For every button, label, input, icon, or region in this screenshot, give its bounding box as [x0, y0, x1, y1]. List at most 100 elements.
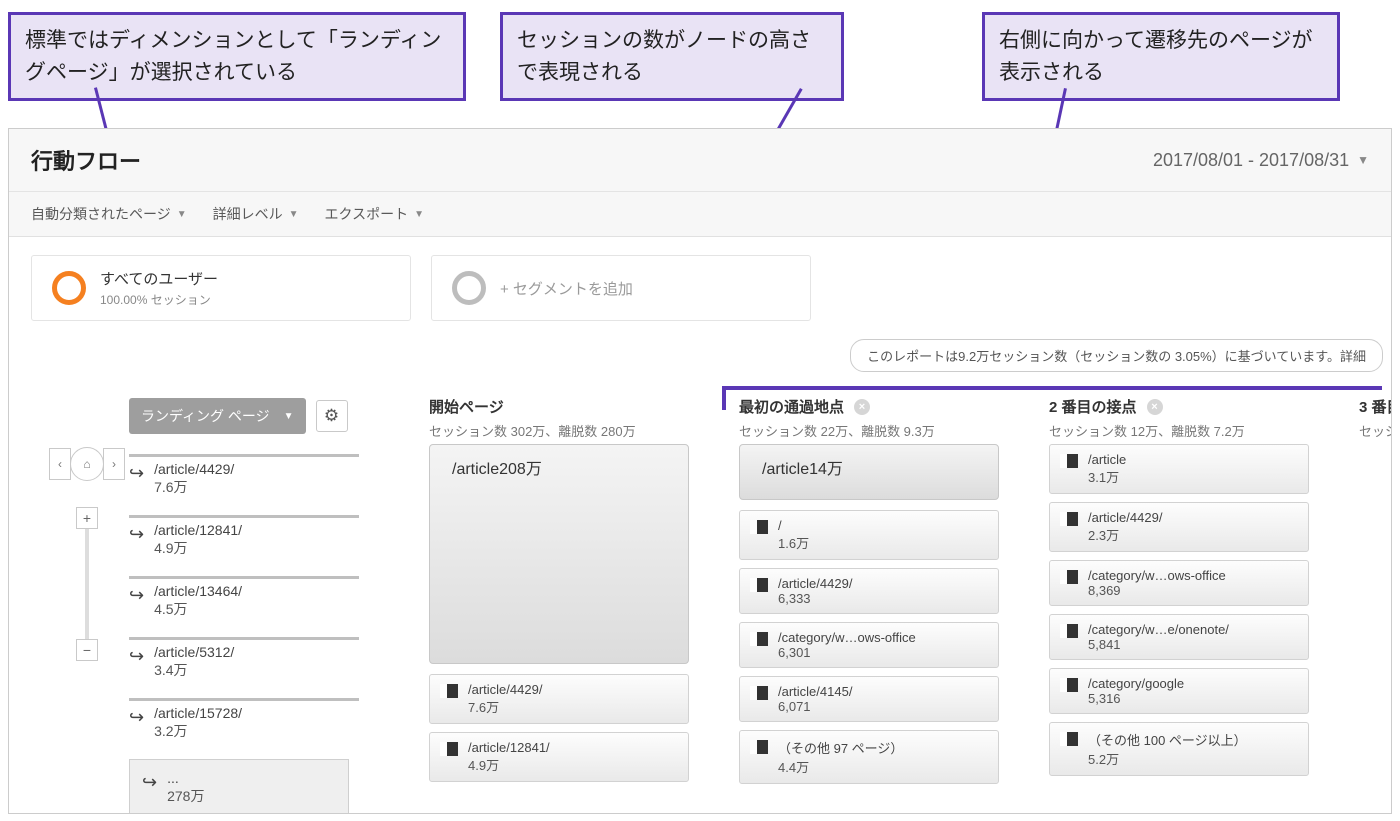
toolbar-detail-label: 詳細レベル	[213, 204, 283, 224]
node-path: /category/w…e/onenote/	[1088, 622, 1229, 637]
column-sub: セッション数 12万、離脱数 7.2万	[1049, 421, 1359, 440]
ga-toolbar: 自動分類されたページ ▼ 詳細レベル ▼ エクスポート ▼	[9, 192, 1391, 237]
toolbar-detail-level[interactable]: 詳細レベル ▼	[213, 204, 299, 224]
page-icon	[750, 578, 768, 592]
zoom-track[interactable]	[85, 529, 89, 639]
toolbar-export[interactable]: エクスポート ▼	[325, 204, 425, 224]
segment-bar: すべてのユーザー 100.00% セッション + セグメントを追加	[9, 237, 1391, 339]
close-icon[interactable]: ×	[854, 399, 870, 415]
col-third-interaction: 3 番目 セッシ	[1359, 382, 1392, 814]
segment-sub: 100.00% セッション	[100, 291, 218, 308]
page-icon	[750, 632, 768, 646]
flow-node[interactable]: /category/w…ows-office8,369	[1049, 560, 1309, 606]
flow-node[interactable]: /category/google5,316	[1049, 668, 1309, 714]
segment-all-users[interactable]: すべてのユーザー 100.00% セッション	[31, 255, 411, 321]
zoom-out-button[interactable]: −	[76, 639, 98, 661]
node-path: /article/5312/	[154, 644, 234, 660]
node-value: 8,369	[1088, 583, 1226, 598]
page-icon	[1060, 624, 1078, 638]
flow-node[interactable]: /article/4429/6,333	[739, 568, 999, 614]
flow-node[interactable]: /1.6万	[739, 510, 999, 560]
node-path: /	[778, 518, 809, 533]
source-node[interactable]: ↪ /article/4429/7.6万	[129, 461, 429, 497]
behavior-flow: ‹ ⌂ › + − ランディング ページ ▼ ⚙	[9, 382, 1391, 814]
node-value: 6,301	[778, 645, 916, 660]
chevron-down-icon: ▼	[177, 209, 187, 220]
node-path: /article	[452, 461, 499, 478]
arrow-icon: ↪	[129, 646, 144, 680]
node-path: /article	[1088, 452, 1126, 467]
node-value: 208万	[499, 461, 542, 478]
column-title: 開始ページ	[429, 396, 739, 417]
node-value: 5,316	[1088, 691, 1184, 706]
pan-left-button[interactable]: ‹	[49, 448, 71, 480]
node-path: /article/12841/	[468, 740, 550, 755]
node-value: 3.4万	[154, 660, 234, 680]
node-value: 7.6万	[154, 477, 234, 497]
node-path: /article/4429/	[154, 461, 234, 477]
zoom-in-button[interactable]: +	[76, 507, 98, 529]
close-icon[interactable]: ×	[1147, 399, 1163, 415]
flow-node[interactable]: （その他 100 ページ以上）5.2万	[1049, 722, 1309, 776]
chevron-down-icon: ▼	[289, 209, 299, 220]
node-value: 1.6万	[778, 533, 809, 552]
source-node[interactable]: ↪ /article/12841/4.9万	[129, 522, 429, 558]
flow-node[interactable]: /article/4429/7.6万	[429, 674, 689, 724]
node-path: /article/13464/	[154, 583, 242, 599]
node-path: /article/4429/	[778, 576, 852, 591]
node-value: 7.6万	[468, 697, 542, 716]
page-icon	[1060, 732, 1078, 746]
node-path: /article/4429/	[1088, 510, 1162, 525]
flow-node[interactable]: /article/4429/2.3万	[1049, 502, 1309, 552]
node-path: （その他 97 ページ）	[778, 738, 903, 757]
toolbar-export-label: エクスポート	[325, 204, 409, 224]
col-first-interaction: 最初の通過地点× セッション数 22万、離脱数 9.3万 /article14万…	[739, 382, 1049, 814]
node-path: /category/google	[1088, 676, 1184, 691]
toolbar-auto-group-label: 自動分類されたページ	[31, 204, 171, 224]
page-icon	[440, 684, 458, 698]
node-path: /article/12841/	[154, 522, 242, 538]
date-range-picker[interactable]: 2017/08/01 - 2017/08/31 ▼	[1153, 150, 1369, 171]
donut-icon	[52, 271, 86, 305]
source-node[interactable]: ↪/article/15728/3.2万	[129, 705, 429, 741]
column-sub: セッシ	[1359, 421, 1392, 440]
arrow-icon: ↪	[129, 524, 144, 558]
flow-node[interactable]: /category/w…e/onenote/5,841	[1049, 614, 1309, 660]
page-icon	[1060, 512, 1078, 526]
segment-add-label: + セグメントを追加	[500, 278, 633, 299]
toolbar-auto-group[interactable]: 自動分類されたページ ▼	[31, 204, 187, 224]
column-title: 2 番目の接点	[1049, 396, 1137, 417]
flow-node[interactable]: /article/4145/6,071	[739, 676, 999, 722]
flow-node[interactable]: /article208万	[429, 444, 689, 664]
column-sub: セッション数 22万、離脱数 9.3万	[739, 421, 1049, 440]
node-value: 3.1万	[1088, 467, 1126, 486]
flow-node[interactable]: /category/w…ows-office6,301	[739, 622, 999, 668]
flow-node[interactable]: （その他 97 ページ）4.4万	[739, 730, 999, 784]
arrow-icon: ↪	[129, 707, 144, 741]
flow-node[interactable]: /article3.1万	[1049, 444, 1309, 494]
node-value: 2.3万	[1088, 525, 1162, 544]
node-path: ...	[167, 770, 204, 786]
callout-right: 右側に向かって遷移先のページが表示される	[982, 12, 1340, 101]
date-range-text: 2017/08/01 - 2017/08/31	[1153, 150, 1349, 171]
pan-right-button[interactable]: ›	[103, 448, 125, 480]
column-sub: セッション数 302万、離脱数 280万	[429, 421, 739, 440]
segment-add[interactable]: + セグメントを追加	[431, 255, 811, 321]
column-title: 3 番目	[1359, 396, 1392, 417]
flow-nav: ‹ ⌂ › + −	[49, 447, 125, 661]
source-list: ↪ /article/4429/7.6万 ↪ /article/12841/4.9万…	[129, 454, 429, 814]
arrow-icon: ↪	[142, 772, 157, 806]
chevron-down-icon: ▼	[1357, 153, 1369, 167]
node-path: /category/w…ows-office	[778, 630, 916, 645]
arrow-icon: ↪	[129, 463, 144, 497]
source-node[interactable]: ↪/article/13464/4.5万	[129, 583, 429, 619]
node-value: 4.5万	[154, 599, 242, 619]
flow-node[interactable]: /article14万	[739, 444, 999, 500]
source-node-other[interactable]: ↪...278万	[129, 759, 349, 814]
source-node[interactable]: ↪ /article/5312/3.4万	[129, 644, 429, 680]
sampling-notice[interactable]: このレポートは9.2万セッション数（セッション数の 3.05%）に基づいています…	[850, 339, 1383, 372]
node-value: 5,841	[1088, 637, 1229, 652]
home-button[interactable]: ⌂	[70, 447, 104, 481]
flow-node[interactable]: /article/12841/4.9万	[429, 732, 689, 782]
node-value: 4.9万	[154, 538, 242, 558]
